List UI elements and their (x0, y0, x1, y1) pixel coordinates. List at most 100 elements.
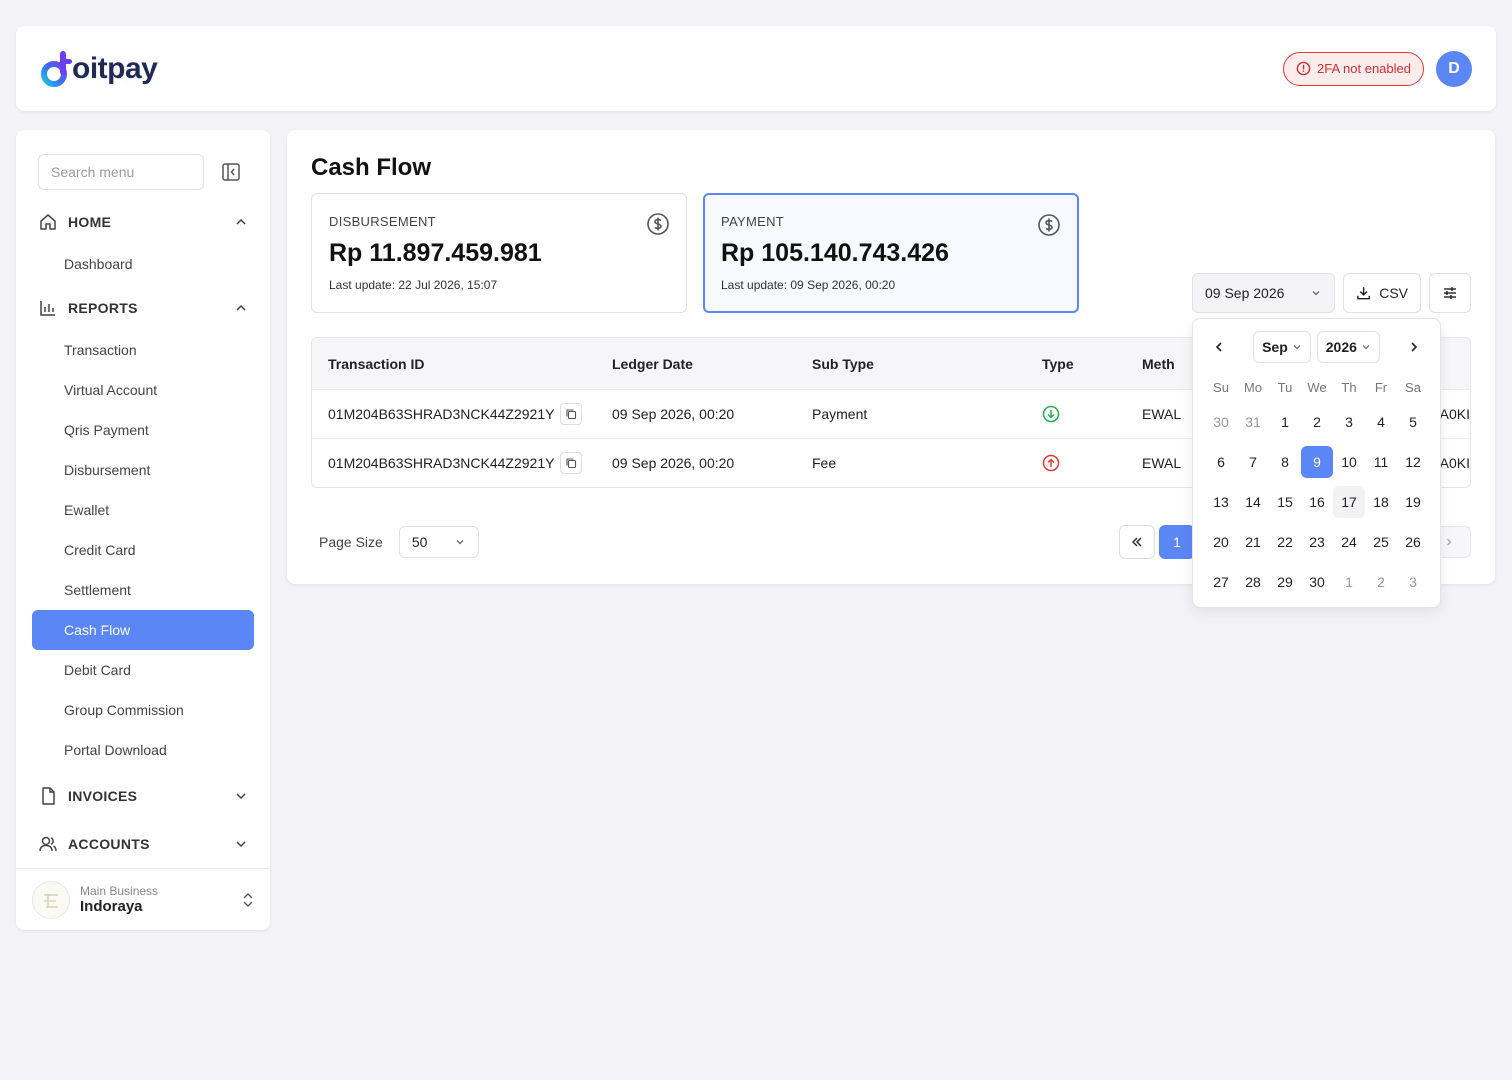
alert-circle-icon (1296, 61, 1311, 76)
chevron-down-icon (236, 841, 246, 848)
dollar-circle-icon (1038, 214, 1060, 236)
sidebar-item-dashboard[interactable]: Dashboard (32, 244, 254, 284)
calendar-day-selected[interactable]: 9 (1301, 446, 1333, 478)
calendar-day[interactable]: 8 (1269, 446, 1301, 478)
sidebar-item-qris-payment[interactable]: Qris Payment (32, 410, 254, 450)
calendar-day[interactable]: 6 (1205, 446, 1237, 478)
collapse-sidebar-icon[interactable] (222, 163, 240, 181)
calendar-day[interactable]: 4 (1365, 406, 1397, 438)
chevron-up-icon (236, 304, 246, 311)
calendar-day[interactable]: 28 (1237, 566, 1269, 598)
sidebar-item-virtual-account[interactable]: Virtual Account (32, 370, 254, 410)
calendar-day[interactable]: 22 (1269, 526, 1301, 558)
date-filter-button[interactable]: 09 Sep 2026 (1192, 273, 1335, 313)
calendar-grid: Su Mo Tu We Th Fr Sa 30 31 1 2 3 4 5 6 7 8 9 10 11 12 13 14 15 1… (1205, 372, 1428, 602)
calendar-day[interactable]: 19 (1397, 486, 1429, 518)
ledger-date: 09 Sep 2026, 00:20 (612, 455, 735, 471)
calendar-day[interactable]: 25 (1365, 526, 1397, 558)
page-size-label: Page Size (319, 534, 383, 550)
sidebar-item-debit-card[interactable]: Debit Card (32, 650, 254, 690)
calendar-day[interactable]: 3 (1397, 566, 1429, 598)
search-menu-input[interactable] (38, 154, 204, 190)
users-icon (39, 836, 57, 852)
calendar-day[interactable]: 13 (1205, 486, 1237, 518)
chevron-right-icon (1411, 342, 1418, 352)
business-label: Main Business (80, 884, 159, 898)
calendar-day[interactable]: 3 (1333, 406, 1365, 438)
sidebar-item-cash-flow[interactable]: Cash Flow (32, 610, 254, 650)
chevron-down-icon (236, 793, 246, 800)
calendar-day[interactable]: 16 (1301, 486, 1333, 518)
chevron-right-icon (1447, 538, 1452, 546)
calendar-day[interactable]: 23 (1301, 526, 1333, 558)
calendar-day[interactable]: 21 (1237, 526, 1269, 558)
twofa-warning-badge[interactable]: 2FA not enabled (1283, 51, 1424, 86)
calendar-day[interactable]: 29 (1269, 566, 1301, 598)
payment-last-update: Last update: 09 Sep 2026, 00:20 (721, 278, 896, 292)
sidebar-item-disbursement[interactable]: Disbursement (32, 450, 254, 490)
calendar-day[interactable]: 18 (1365, 486, 1397, 518)
twofa-label: 2FA not enabled (1317, 61, 1411, 76)
page-size-select[interactable]: 50 (398, 526, 479, 558)
first-page-button[interactable] (1119, 525, 1155, 559)
sidebar-item-portal-download[interactable]: Portal Download (32, 730, 254, 770)
section-home[interactable]: HOME (32, 200, 254, 244)
month-select[interactable]: Sep (1253, 331, 1311, 363)
sidebar-item-group-commission[interactable]: Group Commission (32, 690, 254, 730)
truncated-cell: A0KI (1439, 406, 1470, 422)
calendar-day[interactable]: 1 (1269, 406, 1301, 438)
weekday-label: Su (1213, 379, 1229, 395)
calendar-day[interactable]: 2 (1365, 566, 1397, 598)
weekday-label: We (1307, 379, 1327, 395)
calendar-day[interactable]: 14 (1237, 486, 1269, 518)
section-reports[interactable]: REPORTS (32, 286, 254, 330)
previous-month-button[interactable] (1205, 333, 1233, 361)
pagination: 1 (1119, 525, 1195, 559)
section-accounts-label: ACCOUNTS (68, 836, 150, 852)
calendar-day[interactable]: 15 (1269, 486, 1301, 518)
copy-button[interactable] (560, 452, 583, 474)
sidebar-item-settlement[interactable]: Settlement (32, 570, 254, 610)
calendar-day[interactable]: 30 (1205, 406, 1237, 438)
calendar-day[interactable]: 11 (1365, 446, 1397, 478)
weekday-label: Mo (1243, 379, 1263, 395)
calendar-day[interactable]: 20 (1205, 526, 1237, 558)
section-accounts[interactable]: ACCOUNTS (32, 822, 254, 866)
page-button-current[interactable]: 1 (1159, 525, 1195, 559)
weekday-label: Th (1341, 379, 1357, 395)
sidebar-item-ewallet[interactable]: Ewallet (32, 490, 254, 530)
weekday-label: Fr (1374, 379, 1388, 395)
month-value: Sep (1262, 339, 1288, 355)
header-sub-type: Sub Type (812, 355, 874, 372)
next-month-button[interactable] (1400, 333, 1428, 361)
business-name: Indoraya (80, 898, 143, 915)
calendar-day[interactable]: 5 (1397, 406, 1429, 438)
disbursement-card[interactable]: DISBURSEMENT Rp 11.897.459.981 Last upda… (311, 193, 687, 313)
sidebar-item-credit-card[interactable]: Credit Card (32, 530, 254, 570)
sliders-icon (1444, 287, 1456, 299)
calendar-day[interactable]: 27 (1205, 566, 1237, 598)
section-invoices[interactable]: INVOICES (32, 774, 254, 818)
user-avatar[interactable]: D (1436, 50, 1472, 87)
doitpay-logo[interactable]: oitpay (40, 47, 158, 91)
calendar-day[interactable]: 24 (1333, 526, 1365, 558)
payment-card[interactable]: PAYMENT Rp 105.140.743.426 Last update: … (703, 193, 1079, 313)
sidebar-item-transaction[interactable]: Transaction (32, 330, 254, 370)
calendar-day[interactable]: 31 (1237, 406, 1269, 438)
year-value: 2026 (1325, 339, 1357, 355)
calendar-day[interactable]: 2 (1301, 406, 1333, 438)
calendar-day[interactable]: 30 (1301, 566, 1333, 598)
calendar-day[interactable]: 12 (1397, 446, 1429, 478)
calendar-day[interactable]: 17 (1333, 486, 1365, 518)
csv-download-button[interactable]: CSV (1343, 273, 1421, 313)
calendar-day[interactable]: 10 (1333, 446, 1365, 478)
year-select[interactable]: 2026 (1316, 331, 1380, 363)
filter-settings-button[interactable] (1429, 273, 1471, 313)
calendar-day[interactable]: 7 (1237, 446, 1269, 478)
home-icon (40, 214, 56, 230)
top-header: oitpay 2FA not enabled D (16, 26, 1496, 111)
calendar-day[interactable]: 1 (1333, 566, 1365, 598)
business-switcher[interactable]: Main Business Indoraya (16, 868, 270, 930)
copy-button[interactable] (560, 403, 583, 425)
calendar-day[interactable]: 26 (1397, 526, 1429, 558)
